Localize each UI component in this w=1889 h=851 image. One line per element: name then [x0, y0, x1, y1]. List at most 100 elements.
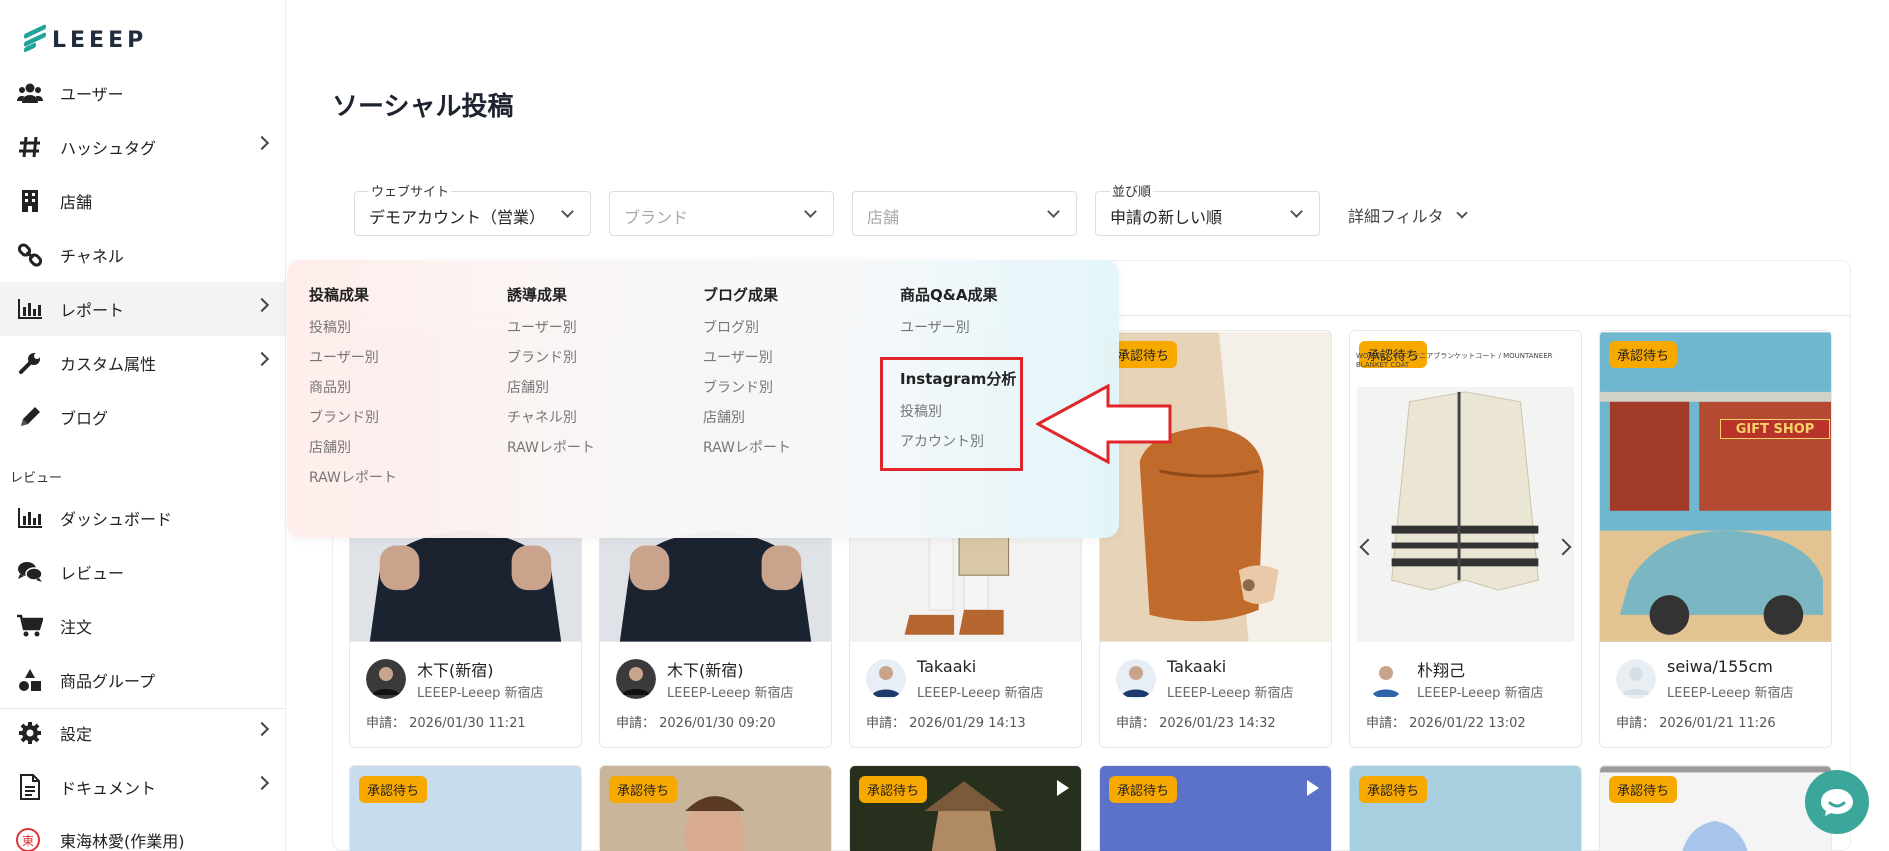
menu-link[interactable]: ブログ別 — [703, 319, 791, 349]
store-select[interactable]: 店舗 — [852, 191, 1077, 236]
pencil-icon — [16, 403, 44, 431]
website-select[interactable]: ウェブサイト デモアカウント（営業） — [354, 181, 591, 236]
logo-text: LEEEP — [52, 27, 148, 53]
menu-link[interactable]: 店舗別 — [309, 439, 397, 469]
bottom-nav: 設定 ドキュメント — [0, 706, 285, 814]
leeep-logo[interactable]: LEEEP — [24, 22, 147, 58]
menu-link[interactable]: ユーザー別 — [900, 319, 997, 349]
chevron-right-icon — [254, 721, 270, 737]
hashtag-icon — [16, 133, 44, 161]
sidebar-item-review[interactable]: レビュー — [0, 545, 285, 599]
current-user-name: 東海林愛(作業用) — [60, 832, 185, 851]
sidebar-item-custom-attributes[interactable]: カスタム属性 — [0, 336, 285, 390]
status-badge: 承認待ち — [859, 776, 928, 803]
menu-column-post-results: 投稿成果 投稿別 ユーザー別 商品別 ブランド別 店舗別 RAWレポート — [309, 284, 397, 499]
post-card[interactable]: 承認待ち — [349, 765, 582, 851]
sidebar-item-channel[interactable]: チャネル — [0, 228, 285, 282]
section-label-review: レビュー — [10, 471, 63, 486]
status-badge: 承認待ち — [609, 776, 678, 803]
post-user-name: 朴翔己 — [1417, 661, 1466, 680]
current-user[interactable]: 東 東海林愛(作業用) — [16, 828, 185, 851]
post-store: LEEEP-Leeep 新宿店 — [1667, 686, 1794, 701]
post-card[interactable]: 承認待ち — [1099, 765, 1332, 851]
comments-icon — [16, 558, 44, 586]
post-applied-date: 申請： 2026/01/23 14:32 — [1116, 716, 1276, 731]
post-card[interactable]: 承認待ち — [849, 765, 1082, 851]
bar-chart-icon — [16, 504, 44, 532]
sidebar-item-blog[interactable]: ブログ — [0, 390, 285, 444]
menu-link[interactable]: 店舗別 — [703, 409, 791, 439]
page-title: ソーシャル投稿 — [332, 92, 514, 122]
bar-chart-icon — [16, 295, 44, 323]
sidebar-item-orders[interactable]: 注文 — [0, 599, 285, 653]
main-nav: ユーザー ハッシュタグ 店舗 チャネル レポート カスタム属性 ブログ — [0, 66, 285, 444]
post-card[interactable]: 承認待ち WOMAN / マウンテニアブランケットコート / MOUNTANEE… — [1349, 330, 1582, 748]
post-applied-date: 申請： 2026/01/22 13:02 — [1366, 716, 1526, 731]
status-badge: 承認待ち — [359, 776, 428, 803]
sidebar-item-report[interactable]: レポート — [0, 282, 285, 336]
chat-button[interactable] — [1805, 770, 1869, 834]
coat-caption: WOMAN / マウンテニアブランケットコート / MOUNTANEER BLA… — [1356, 352, 1553, 369]
post-store: LEEEP-Leeep 新宿店 — [1167, 686, 1294, 701]
brand-select[interactable]: ブランド — [609, 191, 834, 236]
sidebar-item-settings[interactable]: 設定 — [0, 706, 285, 760]
menu-link[interactable]: ブランド別 — [507, 349, 595, 379]
post-applied-date: 申請： 2026/01/29 14:13 — [866, 716, 1026, 731]
avatar — [1116, 659, 1156, 699]
menu-column-product-qa-results: 商品Q&A成果 ユーザー別 — [900, 284, 997, 349]
play-icon[interactable] — [1057, 780, 1069, 796]
avatar — [366, 659, 406, 699]
chevron-right-icon — [254, 135, 270, 151]
chat-bubble-icon — [1821, 789, 1853, 816]
gift-sign: GIFT SHOP — [1720, 419, 1830, 439]
chevron-right-icon — [254, 351, 270, 367]
menu-link[interactable]: ユーザー別 — [507, 319, 595, 349]
menu-link[interactable]: RAWレポート — [703, 439, 791, 469]
menu-column-referral-results: 誘導成果 ユーザー別 ブランド別 店舗別 チャネル別 RAWレポート — [507, 284, 595, 469]
wrench-icon — [16, 349, 44, 377]
avatar — [1366, 659, 1406, 699]
annotation-highlight-box — [880, 357, 1023, 471]
sidebar-item-documents[interactable]: ドキュメント — [0, 760, 285, 814]
post-card[interactable]: 承認待ち — [1599, 765, 1832, 851]
cart-icon — [16, 612, 44, 640]
sidebar-item-store[interactable]: 店舗 — [0, 174, 285, 228]
sort-select[interactable]: 並び順 申請の新しい順 — [1095, 181, 1320, 236]
logo-mark-icon — [24, 23, 46, 55]
post-user-name: seiwa/155cm — [1667, 657, 1773, 676]
post-user-name: 木下(新宿) — [417, 661, 494, 680]
post-store: LEEEP-Leeep 新宿店 — [417, 686, 544, 701]
menu-link[interactable]: 投稿別 — [309, 319, 397, 349]
gear-icon — [16, 719, 44, 747]
status-badge: 承認待ち — [1609, 776, 1678, 803]
menu-link[interactable]: RAWレポート — [309, 469, 397, 499]
detail-filter-button[interactable]: 詳細フィルタ — [1348, 203, 1468, 227]
post-user-name: Takaaki — [1167, 657, 1227, 676]
menu-link[interactable]: ブランド別 — [703, 379, 791, 409]
status-badge: 承認待ち — [1609, 341, 1678, 368]
post-store: LEEEP-Leeep 新宿店 — [917, 686, 1044, 701]
post-card[interactable]: 承認待ち — [599, 765, 832, 851]
sidebar-item-product-group[interactable]: 商品グループ — [0, 653, 285, 707]
document-icon — [16, 773, 44, 801]
post-card[interactable]: 承認待ち — [1349, 765, 1582, 851]
menu-link[interactable]: RAWレポート — [507, 439, 595, 469]
link-icon — [16, 241, 44, 269]
menu-link[interactable]: ユーザー別 — [309, 349, 397, 379]
menu-link[interactable]: 商品別 — [309, 379, 397, 409]
post-card[interactable]: GIFT SHOP 承認待ち seiwa/155cm LEEEP-Leeep 新… — [1599, 330, 1832, 748]
post-user-name: 木下(新宿) — [667, 661, 744, 680]
menu-link[interactable]: ユーザー別 — [703, 349, 791, 379]
post-applied-date: 申請： 2026/01/30 09:20 — [616, 716, 776, 731]
avatar — [1616, 659, 1656, 699]
sidebar-item-hashtag[interactable]: ハッシュタグ — [0, 120, 285, 174]
sidebar-item-users[interactable]: ユーザー — [0, 66, 285, 120]
menu-column-blog-results: ブログ成果 ブログ別 ユーザー別 ブランド別 店舗別 RAWレポート — [703, 284, 791, 469]
sidebar-item-dashboard[interactable]: ダッシュボード — [0, 491, 285, 545]
annotation-arrow-icon — [1036, 384, 1172, 464]
post-store: LEEEP-Leeep 新宿店 — [1417, 686, 1544, 701]
menu-link[interactable]: チャネル別 — [507, 409, 595, 439]
play-icon[interactable] — [1307, 780, 1319, 796]
menu-link[interactable]: 店舗別 — [507, 379, 595, 409]
menu-link[interactable]: ブランド別 — [309, 409, 397, 439]
